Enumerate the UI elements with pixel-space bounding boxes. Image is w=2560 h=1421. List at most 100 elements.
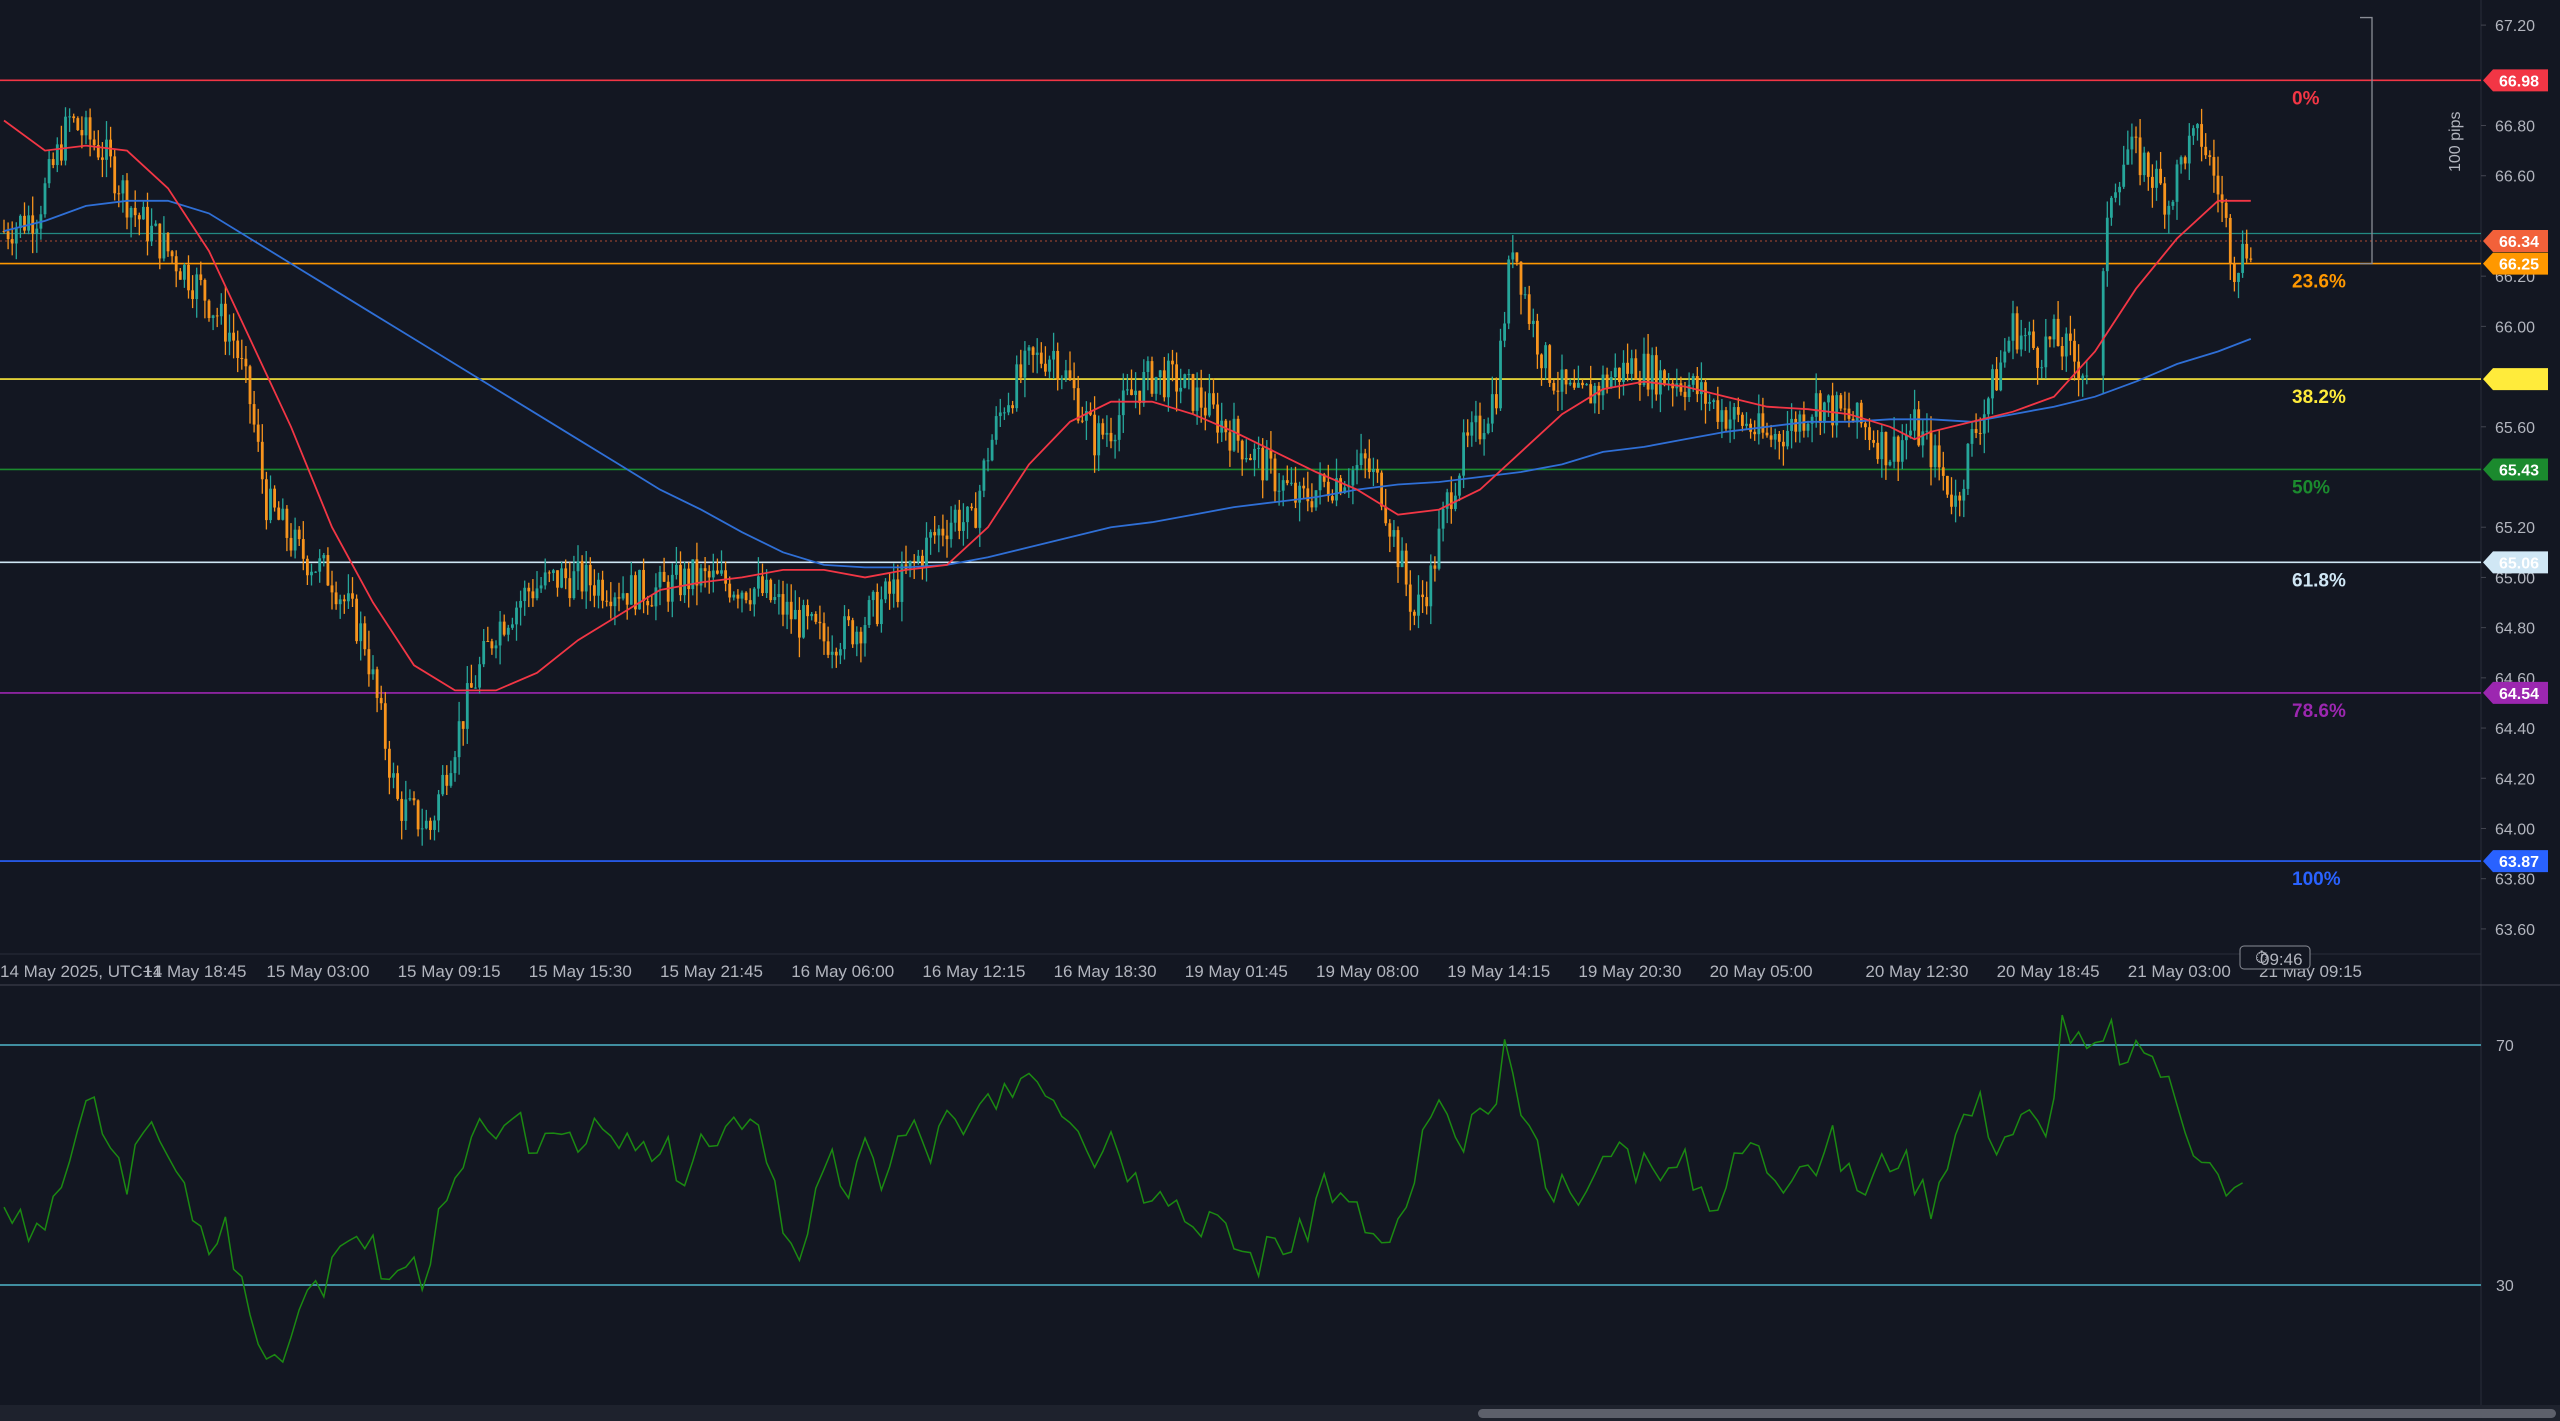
scrollbar-thumb[interactable] — [1478, 1409, 2556, 1418]
candle-body — [1482, 433, 1486, 440]
candle-body — [2036, 347, 2039, 368]
candle-body — [445, 774, 449, 786]
candle-body — [556, 570, 559, 588]
candle-body — [1876, 442, 1880, 460]
candle-body — [707, 571, 711, 578]
candle-body — [2044, 336, 2048, 368]
price-tick-label: 63.80 — [2495, 872, 2535, 889]
candle-body — [392, 773, 395, 778]
candle-body — [847, 616, 850, 621]
candle-body — [1466, 432, 1470, 436]
candle-body — [1449, 492, 1453, 509]
candle-body — [1663, 370, 1666, 386]
candle-body — [330, 585, 334, 593]
candle-body — [1691, 376, 1695, 385]
candle-body — [1003, 412, 1006, 414]
candle-body — [1359, 453, 1363, 466]
candle-body — [798, 609, 801, 638]
candle-body — [666, 581, 670, 602]
candle-body — [2032, 331, 2035, 348]
candle-body — [1023, 350, 1027, 378]
candle-body — [1363, 453, 1367, 459]
candle-body — [80, 130, 84, 136]
candle-body — [260, 441, 264, 480]
candle-body — [728, 583, 732, 598]
candle-body — [1265, 449, 1269, 481]
candle-body — [1626, 362, 1629, 374]
candle-body — [1855, 402, 1859, 423]
candle-body — [383, 703, 387, 749]
candle-body — [515, 607, 518, 625]
candle-body — [1302, 485, 1306, 489]
candle-body — [613, 597, 617, 607]
candle-body — [1425, 597, 1429, 607]
candle-body — [884, 581, 887, 600]
candle-body — [1937, 445, 1941, 468]
candle-body — [1331, 496, 1334, 501]
candle-body — [351, 593, 354, 599]
candle-body — [1519, 261, 1523, 295]
candle-body — [187, 264, 190, 291]
candle-body — [1142, 372, 1146, 404]
candle-body — [793, 609, 797, 620]
candle-body — [748, 600, 752, 605]
candle-body — [986, 460, 990, 462]
candle-body — [1527, 294, 1531, 325]
candle-body — [1888, 461, 1892, 466]
price-tick-label: 67.20 — [2495, 18, 2535, 35]
candle-body — [2011, 313, 2015, 341]
chart-canvas[interactable]: 0% 23.6% 38.2% 50% 61.8% 78.6% 100% 100 pips 6… — [0, 0, 2560, 1421]
candle-body — [543, 572, 547, 586]
candle-body — [1794, 418, 1798, 432]
candle-body — [605, 600, 609, 602]
candle-body — [1277, 490, 1281, 492]
candle-body — [1679, 383, 1683, 392]
candle-body — [2110, 197, 2113, 218]
candle-body — [2007, 340, 2011, 352]
time-tick-label: 20 May 12:30 — [1865, 962, 1968, 981]
candle-body — [1618, 367, 1621, 382]
candle-body — [1273, 458, 1277, 492]
candle-body — [121, 180, 125, 194]
candle-body — [625, 593, 629, 605]
candle-body — [1572, 382, 1576, 388]
candle-body — [539, 585, 543, 589]
candle-body — [716, 570, 719, 574]
candle-body — [1236, 418, 1240, 441]
fib-percent-label: 23.6% — [2292, 272, 2346, 293]
candle-body — [1732, 407, 1736, 420]
candle-body — [1080, 420, 1084, 422]
candle-body — [1613, 367, 1617, 378]
candle-body — [502, 621, 506, 635]
price-tick-label: 66.60 — [2495, 169, 2535, 186]
candle-body — [818, 621, 822, 624]
candle-body — [1552, 382, 1556, 391]
candle-body — [154, 223, 158, 226]
candle-body — [736, 594, 740, 599]
candle-body — [761, 576, 764, 594]
candle-body — [1007, 405, 1010, 413]
candle-body — [1044, 363, 1047, 372]
candle-body — [2204, 146, 2208, 156]
candle-body — [1700, 382, 1703, 395]
candle-body — [1404, 550, 1408, 585]
candle-body — [211, 315, 215, 319]
candle-body — [863, 625, 867, 644]
candle-body — [60, 144, 63, 161]
candle-body — [240, 357, 244, 359]
time-tick-label: 15 May 09:15 — [398, 962, 501, 981]
candle-body — [1216, 404, 1219, 433]
time-tick-label: 15 May 15:30 — [529, 962, 632, 981]
price-tick-label: 64.40 — [2495, 721, 2535, 738]
candle-body — [2073, 340, 2076, 362]
candle-body — [2212, 157, 2216, 176]
crosshair-time-marker: ⏱ 09:46 — [2239, 945, 2311, 970]
candle-body — [2048, 336, 2052, 340]
time-tick-label: 19 May 08:00 — [1316, 962, 1419, 981]
candle-body — [1954, 495, 1957, 507]
candle-body — [2019, 335, 2023, 350]
candle-body — [1741, 414, 1744, 426]
candle-body — [1728, 419, 1732, 429]
candle-body — [265, 479, 268, 521]
candle-body — [2114, 192, 2117, 198]
